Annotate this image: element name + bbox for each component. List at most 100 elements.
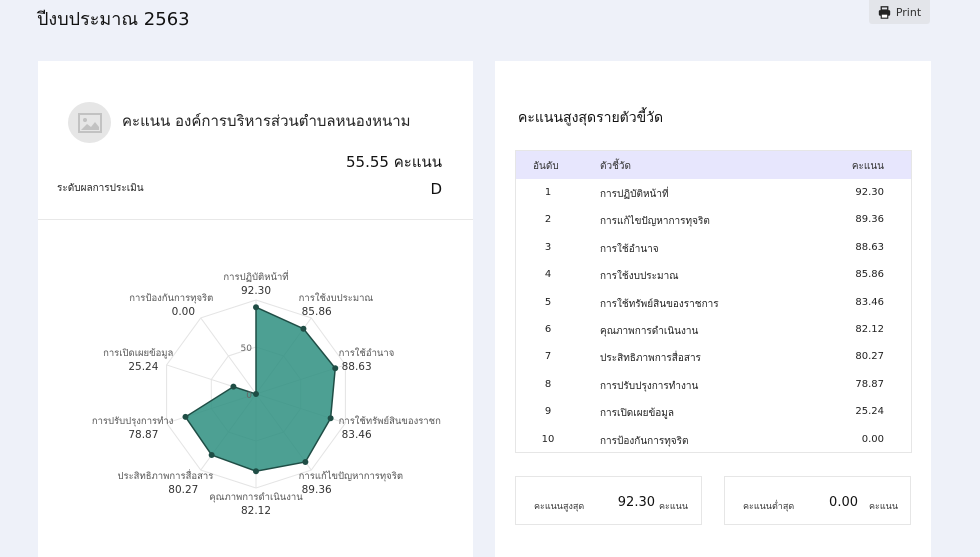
data-point — [302, 458, 309, 465]
header-score: คะแนน — [851, 161, 884, 172]
scale-label: 0 — [246, 391, 252, 401]
row-score: 0.00 — [861, 433, 884, 445]
row-score: 78.87 — [855, 378, 884, 390]
row-name: ประสิทธิภาพการสื่อสาร — [600, 353, 701, 365]
min-score-unit: คะแนน — [869, 502, 898, 512]
row-name: การใช้อำนาจ — [600, 243, 659, 255]
ranking-card: คะแนนสูงสุดรายตัวขี้วัด อันดับ ตัวชี้วัด… — [495, 61, 931, 557]
data-point — [208, 452, 215, 459]
category-label: การแก้ไขปัญหาการทุจริต — [299, 470, 403, 482]
category-label: ประสิทธิภาพการสื่อสาร — [117, 469, 213, 482]
data-point — [253, 391, 259, 397]
data-point — [300, 325, 307, 332]
category-label: การเปิดเผยข้อมูล — [103, 348, 173, 359]
page-title: ปีงบประมาณ 2563 — [37, 9, 190, 30]
level-value: D — [430, 180, 442, 198]
row-name: การใช้ทรัพย์สินของราชการ — [600, 298, 719, 310]
table-row: 6 คุณภาพการดำเนินงาน 82.12 — [516, 316, 911, 343]
value-label: 80.27 — [168, 484, 198, 496]
ranking-table: อันดับ ตัวชี้วัด คะแนน 1 การปฏิบัติหน้าที… — [515, 150, 912, 453]
category-label: การใช้งบประมาณ — [299, 292, 374, 304]
row-name: การเปิดเผยข้อมูล — [600, 408, 674, 420]
row-rank: 1 — [544, 187, 552, 198]
row-rank: 10 — [541, 433, 555, 445]
level-label: ระดับผลการประเมิน — [57, 183, 144, 194]
category-label: การใช้ทรัพย์สินของราชก — [339, 415, 441, 427]
value-label: 88.63 — [342, 361, 372, 373]
table-row: 2 การแก้ไขปัญหาการทุจริต 89.36 — [516, 206, 911, 233]
row-score: 92.30 — [855, 187, 884, 198]
category-label: การใช้อำนาจ — [339, 347, 395, 359]
table-row: 3 การใช้อำนาจ 88.63 — [516, 234, 911, 261]
table-row: 10 การป้องกันการทุจริต 0.00 — [516, 426, 911, 453]
ranking-title: คะแนนสูงสุดรายตัวขี้วัด — [518, 110, 664, 126]
row-score: 25.24 — [855, 406, 884, 418]
row-score: 82.12 — [855, 323, 884, 335]
value-label: 85.86 — [302, 306, 332, 318]
row-name: คุณภาพการดำเนินงาน — [600, 325, 699, 337]
category-label: การป้องกันการทุจริต — [129, 293, 213, 304]
row-name: การใช้งบประมาณ — [600, 271, 679, 283]
table-row: 1 การปฏิบัติหน้าที่ 92.30 — [516, 179, 911, 206]
max-score-box: คะแนนสูงสุด 92.30 คะแนน — [515, 476, 702, 525]
table-row: 4 การใช้งบประมาณ 85.86 — [516, 261, 911, 288]
table-row: 9 การเปิดเผยข้อมูล 25.24 — [516, 398, 911, 425]
data-area — [184, 306, 337, 472]
max-score-label: คะแนนสูงสุด — [534, 502, 585, 512]
table-header: อันดับ ตัวชี้วัด คะแนน — [516, 151, 911, 179]
value-label: 83.46 — [342, 429, 372, 441]
row-rank: 5 — [544, 296, 552, 308]
total-score: 55.55 คะแนน — [346, 153, 442, 171]
table-row: 7 ประสิทธิภาพการสื่อสาร 80.27 — [516, 343, 911, 370]
value-label: 78.87 — [128, 429, 158, 441]
category-label: การปรับปรุงการทำง — [92, 416, 174, 427]
row-name: การปรับปรุงการทำงาน — [600, 380, 699, 392]
value-label: 25.24 — [128, 361, 158, 373]
row-rank: 2 — [544, 214, 552, 226]
row-rank: 4 — [544, 269, 552, 281]
scale-label: 50 — [241, 344, 253, 354]
row-name: การปฏิบัติหน้าที่ — [600, 189, 669, 200]
row-score: 88.63 — [855, 241, 884, 253]
row-rank: 3 — [544, 241, 552, 253]
image-placeholder-icon — [68, 102, 111, 143]
radar-chart: 0 50 การปฏิบัติหน้าที่ 92.30 การใช้งบประมาณ 8… — [92, 270, 441, 517]
printer-icon — [878, 5, 891, 19]
header-name: ตัวชี้วัด — [600, 161, 632, 172]
data-point — [332, 365, 339, 372]
table-row: 5 การใช้ทรัพย์สินของราชการ 83.46 — [516, 289, 911, 316]
print-label: Print — [895, 5, 922, 19]
header-rank: อันดับ — [533, 161, 559, 172]
value-label: 82.12 — [241, 505, 271, 517]
row-score: 85.86 — [855, 269, 884, 281]
value-label: 0.00 — [172, 306, 195, 318]
print-button[interactable]: Print — [869, 0, 930, 24]
min-score-box: คะแนนต่ำสุด 0.00 คะแนน — [724, 476, 911, 525]
organization-name: คะแนน องค์การบริหารส่วนตำบลหนองหนาม — [122, 112, 411, 130]
max-score-unit: คะแนน — [659, 502, 688, 512]
row-score: 89.36 — [855, 214, 884, 226]
data-point — [230, 383, 237, 390]
min-score-label: คะแนนต่ำสุด — [743, 502, 795, 512]
organization-score-card: คะแนน องค์การบริหารส่วนตำบลหนองหนาม 55.5… — [38, 61, 473, 557]
row-name: การป้องกันการทุจริต — [600, 435, 689, 447]
data-point — [327, 415, 334, 422]
row-score: 80.27 — [855, 351, 884, 363]
row-rank: 7 — [544, 351, 552, 363]
data-point — [253, 304, 259, 311]
value-label: 92.30 — [241, 285, 271, 297]
category-label: คุณภาพการดำเนินงาน — [209, 492, 303, 503]
row-rank: 9 — [544, 406, 552, 418]
grid-spoke — [200, 317, 257, 395]
data-point — [253, 468, 259, 475]
table-row: 8 การปรับปรุงการทำงาน 78.87 — [516, 371, 911, 398]
row-rank: 8 — [544, 378, 552, 390]
row-name: การแก้ไขปัญหาการทุจริต — [600, 216, 710, 228]
row-rank: 6 — [544, 323, 552, 335]
category-label: การปฏิบัติหน้าที่ — [223, 270, 288, 283]
row-score: 83.46 — [855, 296, 884, 308]
min-score-value: 0.00 — [829, 495, 858, 510]
max-score-value: 92.30 — [617, 495, 655, 510]
value-label: 89.36 — [302, 484, 332, 496]
data-point — [182, 413, 189, 420]
